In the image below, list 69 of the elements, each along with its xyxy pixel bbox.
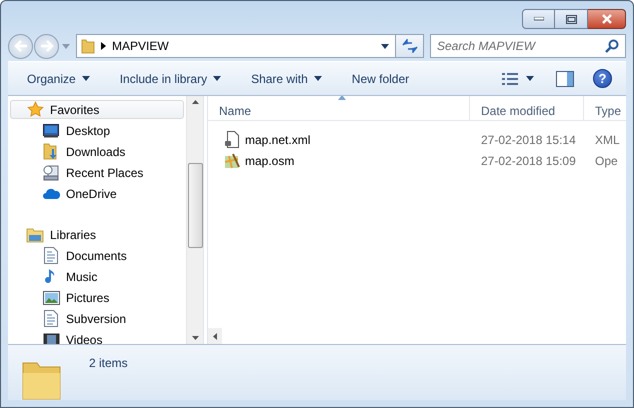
sort-arrow-icon [338,96,346,100]
toolbar-button[interactable]: Include in library [112,68,228,90]
scroll-left-icon[interactable] [208,328,222,344]
date-cell-text: 27-02-2018 15:09 [480,154,577,168]
nav-item[interactable]: OneDrive [10,184,184,203]
toolbar-button[interactable]: Share with [244,68,329,90]
star-icon [26,101,44,118]
nav-item[interactable]: Videos [10,330,184,344]
nav-item[interactable]: Music [10,267,184,286]
document-icon [42,247,60,264]
help-button[interactable]: ? [593,69,612,88]
refresh-icon [402,39,418,54]
scroll-down-icon[interactable] [192,336,198,340]
column-header[interactable]: Date modified [470,96,584,120]
recent-icon [42,164,60,180]
picture-icon [42,290,60,304]
library-icon [26,226,44,242]
caret-icon [526,76,534,82]
scroll-up-icon[interactable] [192,100,198,104]
folder-icon [81,38,95,54]
maximize-button[interactable] [555,9,588,29]
toolbar-button[interactable]: New folder [344,68,416,90]
file-icon [223,131,241,148]
desktop-icon [42,124,60,138]
item-count: 2 items [89,356,128,370]
minimize-icon [534,17,544,21]
forward-arrow-icon [40,40,54,52]
nav-item[interactable]: Documents [10,246,184,265]
file-name[interactable]: map.osm [208,152,470,168]
nav-item[interactable]: Desktop [10,121,184,140]
map-file-icon [223,152,241,168]
close-button[interactable] [588,9,626,29]
video-icon [42,332,60,344]
chevron-icon [101,42,106,50]
file-name[interactable]: map.net.xml [208,131,470,148]
refresh-button[interactable] [396,34,424,58]
back-arrow-icon [14,40,28,52]
preview-pane-icon [556,70,574,87]
document-icon [42,310,60,327]
column-header[interactable]: Name [208,96,470,120]
caret-icon [314,76,322,82]
minimize-button[interactable] [522,9,555,29]
maximize-icon [566,14,576,24]
address-path: MAPVIEW [112,39,170,54]
close-icon [600,14,612,24]
type-cell-text: Ope [594,154,619,168]
nav-item[interactable]: Favorites [10,100,184,119]
nav-item[interactable]: Recent Places [10,163,184,182]
nav-item[interactable]: Subversion [10,309,184,328]
type-cell-text: XML [594,132,621,146]
search-icon [605,39,619,54]
caret-icon [62,44,70,49]
forward-button[interactable] [34,34,59,59]
address-bar[interactable]: MAPVIEW [76,34,396,58]
scrollbar-thumb[interactable] [188,162,202,248]
toolbar-button[interactable]: Organize [20,68,97,90]
search-field[interactable]: Search MAPVIEW [430,34,626,58]
column-header[interactable]: Type [584,96,626,120]
cloud-icon [42,188,60,199]
nav-item[interactable]: Downloads [10,142,184,161]
vertical-scrollbar[interactable] [186,96,203,344]
caret-icon [82,76,90,82]
date-cell-text: 27-02-2018 15:14 [480,132,577,146]
nav-item[interactable]: Libraries [10,225,184,244]
nav-item[interactable]: Pictures [10,288,184,307]
list-view-icon [502,72,518,86]
caret-icon [213,76,222,82]
dropdown-caret-icon [381,44,389,49]
back-button[interactable] [8,34,33,59]
